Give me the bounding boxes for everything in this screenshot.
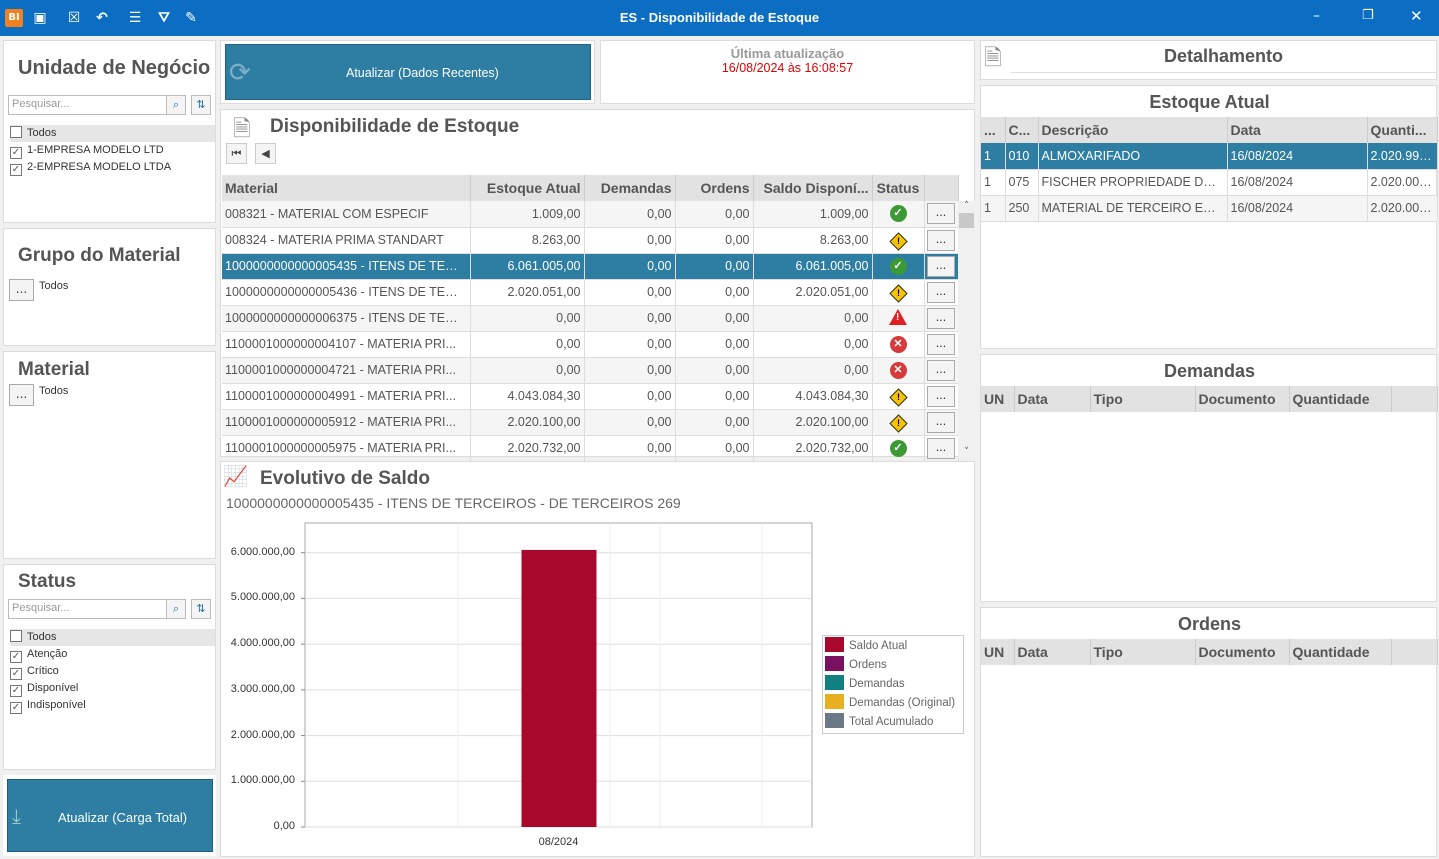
- cell: 2.020.005...: [1367, 195, 1438, 222]
- legend-swatch: [825, 675, 844, 690]
- detail-icon: 🗎: [984, 46, 1002, 71]
- ordens-panel: Ordens UN Data Tipo Documento Quantidade: [980, 607, 1438, 857]
- estoque-title: Estoque Atual: [1149, 92, 1270, 112]
- col-3[interactable]: Documento: [1195, 386, 1290, 412]
- col-1[interactable]: C...: [1005, 117, 1039, 143]
- table-row[interactable]: 1 075 FISCHER PROPRIEDADE DO CL... 16/08/20…: [981, 169, 1438, 196]
- x-tick-label: 08/2024: [538, 836, 579, 848]
- estoque-grid: ... C... Descrição Data Quanti... 1 010 ALMOXAR…: [981, 117, 1438, 222]
- ordens-title: Ordens: [1177, 614, 1242, 634]
- col-4[interactable]: Quantidade: [1289, 639, 1392, 665]
- legend-swatch: [825, 694, 844, 709]
- cell: 16/08/2024: [1227, 195, 1368, 222]
- cell: 16/08/2024: [1227, 169, 1368, 196]
- legend-item: Saldo Atual: [825, 637, 907, 656]
- col-3[interactable]: Data: [1227, 117, 1368, 143]
- table-row[interactable]: 1 010 ALMOXARIFADO 16/08/2024 2.020.999...: [981, 143, 1438, 170]
- y-tick-label: 2.000.000,00: [230, 728, 295, 741]
- col-spacer: [1391, 386, 1438, 412]
- col-4[interactable]: Quantidade: [1289, 386, 1392, 412]
- cell: 075: [1005, 169, 1039, 196]
- col-0[interactable]: UN: [981, 386, 1015, 412]
- col-2[interactable]: Tipo: [1090, 639, 1196, 665]
- cell: 250: [1005, 195, 1039, 222]
- cell: 2.020.999...: [1367, 143, 1438, 170]
- ordens-grid: UN Data Tipo Documento Quantidade: [981, 639, 1438, 665]
- legend-item: Demandas (Original): [825, 694, 955, 713]
- col-0[interactable]: ...: [981, 117, 1006, 143]
- cell: 1: [981, 169, 1006, 196]
- cell: ALMOXARIFADO: [1038, 143, 1228, 170]
- legend-swatch: [825, 656, 844, 671]
- col-0[interactable]: UN: [981, 639, 1015, 665]
- cell: 2.020.001...: [1367, 169, 1438, 196]
- legend-item: Total Acumulado: [825, 713, 933, 732]
- cell: 1: [981, 195, 1006, 222]
- cell: MATERIAL DE TERCEIRO EM P...: [1038, 195, 1228, 222]
- cell: 16/08/2024: [1227, 143, 1368, 170]
- col-spacer: [1391, 639, 1438, 665]
- legend-item: Ordens: [825, 656, 887, 675]
- legend-swatch: [825, 637, 844, 652]
- col-2[interactable]: Tipo: [1090, 386, 1196, 412]
- demandas-title: Demandas: [1163, 361, 1256, 381]
- table-row[interactable]: 1 250 MATERIAL DE TERCEIRO EM P... 16/08/20…: [981, 195, 1438, 222]
- y-tick-label: 5.000.000,00: [230, 591, 295, 604]
- col-1[interactable]: Data: [1014, 639, 1091, 665]
- detalhamento-title: Detalhamento: [1011, 46, 1436, 73]
- legend-swatch: [825, 713, 844, 728]
- demandas-grid: UN Data Tipo Documento Quantidade: [981, 386, 1438, 412]
- col-1[interactable]: Data: [1014, 386, 1091, 412]
- cell: 010: [1005, 143, 1039, 170]
- legend-item: Demandas: [825, 675, 905, 694]
- col-3[interactable]: Documento: [1195, 639, 1290, 665]
- demandas-panel: Demandas UN Data Tipo Documento Quantidade: [980, 354, 1438, 602]
- y-tick-label: 4.000.000,00: [230, 637, 295, 650]
- col-2[interactable]: Descrição: [1038, 117, 1228, 143]
- cell: FISCHER PROPRIEDADE DO CL...: [1038, 169, 1228, 196]
- detalhamento-header: 🗎 Detalhamento: [980, 40, 1437, 80]
- col-4[interactable]: Quanti...: [1367, 117, 1438, 143]
- cell: 1: [981, 143, 1006, 170]
- bar-saldo-atual: [521, 549, 597, 827]
- y-tick-label: 6.000.000,00: [230, 545, 295, 558]
- estoque-atual-panel: Estoque Atual ... C... Descrição Data Quanti…: [980, 85, 1438, 349]
- y-tick-label: 1.000.000,00: [230, 774, 295, 787]
- y-tick-label: 0,00: [273, 820, 295, 832]
- y-tick-label: 3.000.000,00: [230, 682, 295, 695]
